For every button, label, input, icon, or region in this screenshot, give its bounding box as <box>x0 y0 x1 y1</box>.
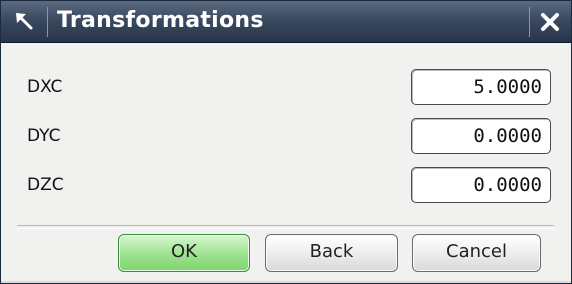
title-separator <box>47 7 48 37</box>
close-icon <box>541 13 559 31</box>
dxc-label: DXC <box>27 77 63 97</box>
close-button[interactable] <box>537 9 563 35</box>
ok-button[interactable]: OK <box>118 234 250 272</box>
title-bar[interactable]: Transformations <box>1 1 571 43</box>
transformations-dialog: Transformations DXC DYC DZC OK Back Canc… <box>0 0 572 284</box>
close-separator <box>529 7 530 37</box>
button-divider <box>17 225 554 229</box>
back-button[interactable]: Back <box>265 234 398 272</box>
bottom-edge <box>1 281 571 283</box>
dzc-label: DZC <box>27 175 64 195</box>
pin-arrow-icon[interactable] <box>13 10 37 34</box>
dyc-input[interactable] <box>411 118 551 154</box>
dxc-input[interactable] <box>411 69 551 105</box>
dialog-title: Transformations <box>57 8 264 33</box>
dyc-label: DYC <box>27 126 61 146</box>
cancel-button[interactable]: Cancel <box>412 234 541 272</box>
dzc-input[interactable] <box>411 167 551 203</box>
